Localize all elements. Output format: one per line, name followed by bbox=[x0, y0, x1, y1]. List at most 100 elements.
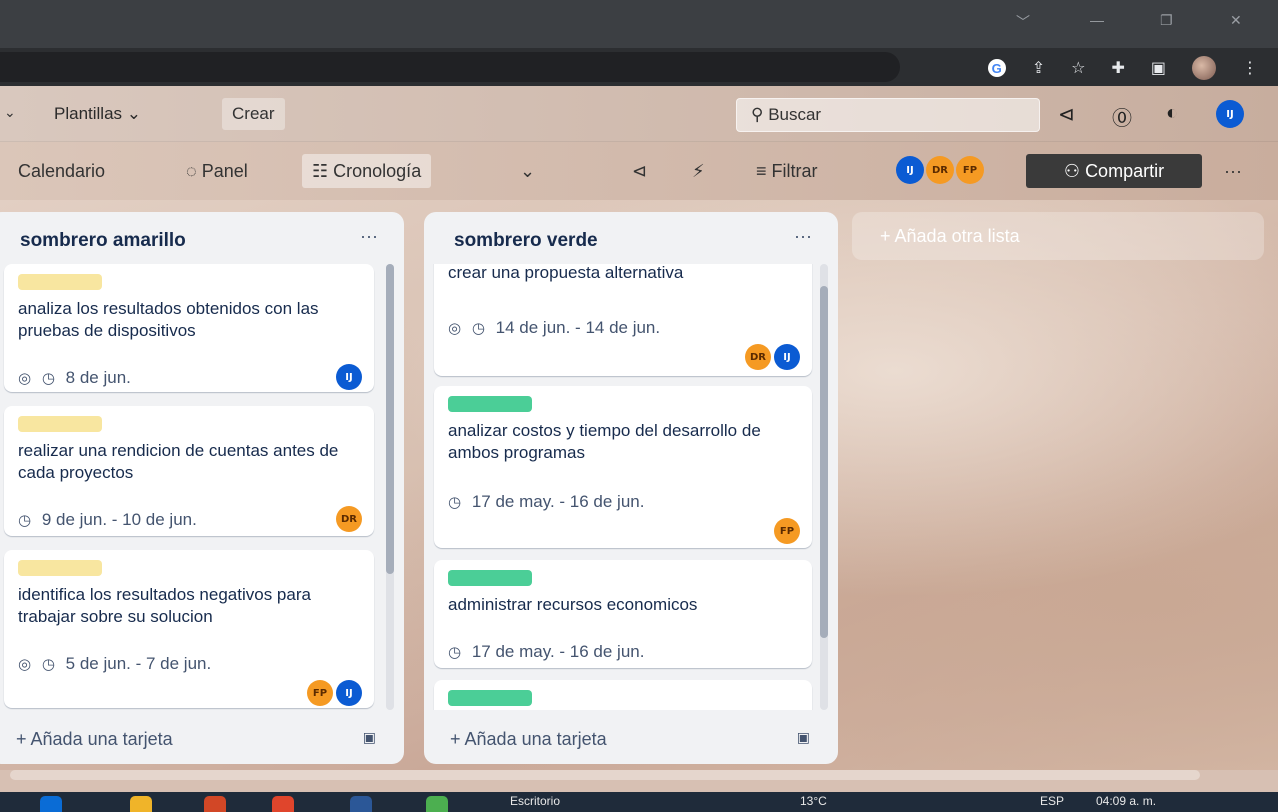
scrollbar-thumb[interactable] bbox=[386, 264, 394, 574]
chevron-down-icon[interactable]: ⌄ bbox=[4, 104, 16, 121]
chrome-icon[interactable] bbox=[272, 796, 294, 812]
card[interactable]: identifica los resultados negativos para… bbox=[4, 550, 374, 708]
card-members: DR bbox=[336, 506, 362, 532]
plus-icon: + bbox=[880, 226, 895, 246]
templates-menu[interactable]: Plantillas ⌄ bbox=[44, 98, 151, 130]
more-icon[interactable]: ··· bbox=[1214, 154, 1252, 188]
card-label[interactable] bbox=[18, 274, 102, 290]
card-date: 17 de may. - 16 de jun. bbox=[471, 642, 645, 661]
office-icon[interactable] bbox=[204, 796, 226, 812]
card[interactable]: analiza los resultados obtenidos con las… bbox=[4, 264, 374, 392]
add-card-label: Añada una tarjeta bbox=[30, 729, 173, 749]
sidepanel-icon[interactable]: ▣ bbox=[1151, 58, 1166, 78]
add-card-button[interactable]: + Añada una tarjeta bbox=[450, 729, 607, 750]
card[interactable]: realizar una rendicion de cuentas antes … bbox=[4, 406, 374, 536]
filter-button[interactable]: ≡ Filtrar bbox=[746, 154, 828, 188]
list-menu-icon[interactable]: ··· bbox=[360, 226, 378, 247]
close-icon[interactable]: ✕ bbox=[1230, 12, 1242, 29]
card-title: identifica los resultados negativos para… bbox=[18, 585, 311, 626]
card[interactable] bbox=[434, 680, 812, 710]
list-scrollbar[interactable] bbox=[820, 264, 828, 710]
create-button[interactable]: Crear bbox=[222, 98, 285, 130]
watch-icon: ◎ bbox=[18, 656, 32, 673]
theme-icon[interactable]: ◐ bbox=[1166, 102, 1178, 125]
tab-search-icon[interactable]: ﹀ bbox=[1016, 12, 1030, 32]
search-input[interactable]: ⚲ Buscar bbox=[736, 98, 1040, 132]
word-icon[interactable] bbox=[350, 796, 372, 812]
add-list-button[interactable]: + Añada otra lista bbox=[852, 212, 1264, 260]
card-badges: ◎ ◷ 14 de jun. - 14 de jun. bbox=[448, 318, 660, 338]
panel-label: Panel bbox=[201, 161, 248, 181]
card-label[interactable] bbox=[18, 416, 102, 432]
card-badges: ◷ 9 de jun. - 10 de jun. bbox=[18, 510, 197, 530]
card-label[interactable] bbox=[448, 570, 532, 586]
powerups-icon[interactable]: ⊲ bbox=[622, 154, 657, 188]
share-icon[interactable]: ⇪ bbox=[1032, 58, 1045, 78]
templates-label: Plantillas bbox=[54, 104, 123, 123]
google-icon[interactable]: G bbox=[987, 59, 1006, 77]
card-title: crear una propuesta alternativa bbox=[448, 264, 684, 282]
member-avatar[interactable]: DR bbox=[926, 156, 954, 184]
list-title[interactable]: sombrero verde bbox=[454, 230, 598, 252]
card-badges: ◷ 17 de may. - 16 de jun. bbox=[448, 642, 644, 662]
timeline-label: Cronología bbox=[333, 161, 422, 181]
member-avatar[interactable]: DR bbox=[336, 506, 362, 532]
app-icon[interactable] bbox=[426, 796, 448, 812]
list-title[interactable]: sombrero amarillo bbox=[20, 230, 186, 252]
member-avatar[interactable]: IJ bbox=[774, 344, 800, 370]
search-icon: ⚲ bbox=[751, 105, 769, 124]
template-icon[interactable]: ▣ bbox=[797, 729, 810, 746]
board-horizontal-scrollbar[interactable] bbox=[10, 770, 1200, 780]
extensions-icon[interactable]: ✚ bbox=[1111, 58, 1124, 78]
card-date: 17 de may. - 16 de jun. bbox=[471, 492, 645, 511]
card-label[interactable] bbox=[448, 690, 532, 706]
profile-avatar[interactable] bbox=[1192, 56, 1216, 80]
scrollbar-thumb[interactable] bbox=[820, 286, 828, 638]
card[interactable]: administrar recursos economicos ◷ 17 de … bbox=[434, 560, 812, 668]
star-icon[interactable]: ☆ bbox=[1071, 58, 1085, 78]
card-label[interactable] bbox=[448, 396, 532, 412]
clock[interactable]: 04:09 a. m. bbox=[1096, 794, 1156, 808]
template-icon[interactable]: ▣ bbox=[363, 729, 376, 746]
card-title: analizar costos y tiempo del desarrollo … bbox=[448, 421, 761, 462]
list-scrollbar[interactable] bbox=[386, 264, 394, 710]
card-date: 9 de jun. - 10 de jun. bbox=[41, 510, 197, 529]
share-button[interactable]: ⚇ Compartir bbox=[1026, 154, 1202, 188]
edge-icon[interactable] bbox=[40, 796, 62, 812]
calendar-view[interactable]: Calendario bbox=[8, 154, 115, 188]
member-avatar[interactable]: FP bbox=[307, 680, 333, 706]
notifications-icon[interactable]: ⊲ bbox=[1058, 102, 1075, 127]
file-explorer-icon[interactable] bbox=[130, 796, 152, 812]
menu-icon[interactable]: ⋮ bbox=[1242, 58, 1258, 78]
list-menu-icon[interactable]: ··· bbox=[794, 226, 812, 247]
help-icon[interactable]: ⓪ bbox=[1112, 102, 1132, 131]
timeline-view[interactable]: ☷ Cronología bbox=[302, 154, 432, 188]
member-avatar[interactable]: FP bbox=[956, 156, 984, 184]
add-card-button[interactable]: + Añada una tarjeta bbox=[16, 729, 173, 750]
board-canvas: sombrero amarillo ··· analiza los result… bbox=[0, 200, 1278, 780]
member-avatar[interactable]: IJ bbox=[896, 156, 924, 184]
views-dropdown[interactable]: ⌄ bbox=[510, 154, 545, 188]
maximize-icon[interactable]: ❐ bbox=[1160, 12, 1173, 29]
language-indicator[interactable]: ESP bbox=[1040, 794, 1064, 808]
card-label[interactable] bbox=[18, 560, 102, 576]
user-avatar[interactable]: IJ bbox=[1216, 100, 1244, 128]
board-members: IJ DR FP bbox=[896, 156, 984, 184]
address-field[interactable] bbox=[0, 52, 900, 82]
cards-area: crear una propuesta alternativa ◎ ◷ 14 d… bbox=[424, 264, 838, 710]
desktop-label[interactable]: Escritorio bbox=[510, 794, 560, 808]
windows-taskbar: Escritorio 13°C ESP 04:09 a. m. bbox=[0, 792, 1278, 812]
member-avatar[interactable]: IJ bbox=[336, 680, 362, 706]
automation-icon[interactable]: ⚡ bbox=[682, 154, 715, 188]
clock-icon: ◷ bbox=[18, 512, 32, 529]
minimize-icon[interactable]: — bbox=[1090, 12, 1104, 28]
card-date: 8 de jun. bbox=[65, 368, 131, 387]
card[interactable]: crear una propuesta alternativa ◎ ◷ 14 d… bbox=[434, 264, 812, 376]
card[interactable]: analizar costos y tiempo del desarrollo … bbox=[434, 386, 812, 548]
member-avatar[interactable]: FP bbox=[774, 518, 800, 544]
member-avatar[interactable]: IJ bbox=[336, 364, 362, 390]
clock-icon: ◷ bbox=[41, 370, 55, 387]
member-avatar[interactable]: DR bbox=[745, 344, 771, 370]
weather-temperature[interactable]: 13°C bbox=[800, 794, 827, 808]
panel-view[interactable]: ◌ Panel bbox=[176, 154, 258, 188]
